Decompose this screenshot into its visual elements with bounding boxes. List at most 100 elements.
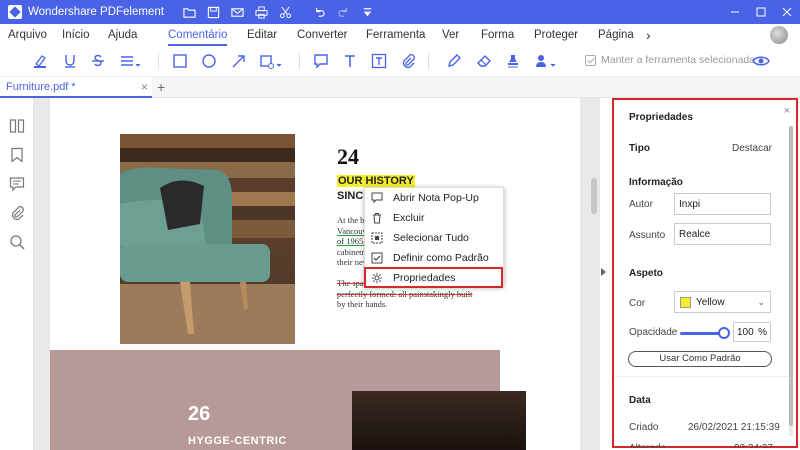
- search-icon[interactable]: [9, 234, 25, 250]
- strikethrough-text[interactable]: perfectly formed: all painstakingly buil…: [337, 289, 473, 299]
- area-highlight-dropdown-icon[interactable]: [118, 51, 144, 71]
- eraser-icon[interactable]: [474, 51, 494, 71]
- context-item-set-as-default[interactable]: Definir como Padrão: [365, 248, 505, 268]
- panel-title: Propriedades: [629, 112, 693, 123]
- comments-icon[interactable]: [9, 176, 25, 192]
- close-tab-icon[interactable]: ×: [141, 81, 148, 93]
- eye-icon[interactable]: [752, 53, 770, 69]
- tab-label: Furniture.pdf *: [6, 80, 76, 93]
- context-item-select-all[interactable]: Selecionar Tudo: [365, 228, 505, 248]
- menu-arquivo[interactable]: Arquivo: [8, 24, 47, 46]
- rectangle-icon[interactable]: [170, 51, 190, 71]
- document-canvas: 24 OUR HISTORY SINCE 1! At the brink Van…: [34, 98, 600, 450]
- subject-field[interactable]: Realce: [674, 223, 771, 245]
- undo-icon[interactable]: [308, 0, 332, 24]
- strikethrough-icon[interactable]: [88, 51, 108, 71]
- heading-26: 26: [188, 403, 211, 425]
- properties-panel: × Propriedades Tipo Destacar Informação …: [612, 98, 798, 448]
- toolbar-divider: [428, 53, 429, 69]
- window-controls: [722, 0, 800, 24]
- left-sidebar: [0, 98, 34, 450]
- menu-ajuda[interactable]: Ajuda: [108, 24, 137, 46]
- highlighted-heading-our-history[interactable]: OUR HISTORY: [337, 175, 415, 187]
- attachment-icon[interactable]: [398, 51, 418, 71]
- save-icon[interactable]: [202, 0, 226, 24]
- panel-divider: [614, 376, 794, 377]
- scissors-icon[interactable]: [274, 0, 298, 24]
- color-select[interactable]: Yellow ⌄: [674, 291, 771, 313]
- tab-furniture-pdf[interactable]: Furniture.pdf * ×: [0, 77, 152, 98]
- opacity-field[interactable]: 100 %: [733, 322, 771, 342]
- type-value: Destacar: [732, 143, 773, 154]
- trash-icon: [370, 211, 384, 225]
- stamp-icon[interactable]: [503, 51, 523, 71]
- pencil-icon[interactable]: [444, 51, 464, 71]
- created-value: 26/02/2021 21:15:39: [688, 422, 780, 433]
- context-item-delete[interactable]: Excluir: [365, 208, 505, 228]
- menu-proteger[interactable]: Proteger: [534, 24, 578, 46]
- signature-dropdown-icon[interactable]: [532, 51, 560, 71]
- heading-hygge-centric: HYGGE-CENTRIC: [188, 435, 287, 447]
- keep-tool-selected-option[interactable]: Manter a ferramenta selecionada: [585, 54, 755, 66]
- app-window: Wondershare PDFelement Arquivo Início Aj…: [0, 0, 800, 450]
- minimize-icon[interactable]: [722, 0, 748, 24]
- customize-dropdown-icon[interactable]: [356, 0, 380, 24]
- menu-bar: Arquivo Início Ajuda Comentário Editar C…: [0, 24, 800, 46]
- context-item-label: Propriedades: [393, 272, 456, 284]
- context-item-properties[interactable]: Propriedades: [365, 268, 505, 288]
- sticky-note-icon[interactable]: [311, 51, 331, 71]
- context-item-label: Abrir Nota Pop-Up: [393, 192, 479, 204]
- menu-editar[interactable]: Editar: [247, 24, 277, 46]
- underline-icon[interactable]: [60, 51, 80, 71]
- menu-converter[interactable]: Converter: [297, 24, 348, 46]
- quick-access-toolbar: [178, 0, 380, 24]
- user-avatar[interactable]: [770, 26, 788, 44]
- author-field[interactable]: Inxpi: [674, 193, 771, 215]
- right-panel-toggle-icon[interactable]: [601, 268, 606, 276]
- menu-ferramenta[interactable]: Ferramenta: [366, 24, 425, 46]
- menu-more-chevron-icon[interactable]: ›: [646, 24, 651, 46]
- chevron-down-icon: ⌄: [757, 297, 765, 307]
- color-swatch: [680, 296, 691, 308]
- redo-icon[interactable]: [332, 0, 356, 24]
- toolbar-divider: [158, 53, 159, 69]
- pdfelement-logo-icon: [8, 5, 22, 19]
- keep-tool-checkbox[interactable]: [585, 54, 596, 66]
- color-label: Cor: [629, 298, 646, 309]
- body-line: by their hands.: [337, 299, 388, 309]
- context-item-label: Selecionar Tudo: [393, 232, 469, 244]
- color-value: Yellow: [696, 296, 725, 308]
- menu-inicio[interactable]: Início: [62, 24, 90, 46]
- context-item-open-popup-note[interactable]: Abrir Nota Pop-Up: [365, 188, 505, 208]
- menu-forma[interactable]: Forma: [481, 24, 514, 46]
- close-window-icon[interactable]: [774, 0, 800, 24]
- opacity-value: 100: [737, 327, 754, 338]
- body-line: perfectly formed: all painstakingly buil…: [337, 289, 517, 300]
- maximize-icon[interactable]: [748, 0, 774, 24]
- arrow-icon[interactable]: [229, 51, 249, 71]
- menu-ver[interactable]: Ver: [442, 24, 459, 46]
- open-folder-icon[interactable]: [178, 0, 202, 24]
- info-heading: Informação: [629, 177, 683, 188]
- use-as-default-button[interactable]: Usar Como Padrão: [628, 351, 772, 367]
- opacity-slider-handle[interactable]: [718, 327, 730, 339]
- text-icon[interactable]: [340, 51, 360, 71]
- bookmark-icon[interactable]: [9, 147, 25, 163]
- vertical-scrollbar[interactable]: [591, 178, 597, 214]
- oval-icon[interactable]: [199, 51, 219, 71]
- menu-pagina[interactable]: Página: [598, 24, 634, 46]
- add-tab-icon[interactable]: +: [157, 79, 165, 95]
- text-box-icon[interactable]: [369, 51, 389, 71]
- close-panel-icon[interactable]: ×: [784, 105, 790, 117]
- email-icon[interactable]: [226, 0, 250, 24]
- shapes-dropdown-icon[interactable]: [257, 51, 285, 71]
- gear-icon: [370, 271, 384, 285]
- highlight-icon[interactable]: [30, 51, 50, 71]
- menu-comentario[interactable]: Comentário: [168, 24, 228, 46]
- thumbnails-icon[interactable]: [9, 118, 25, 134]
- attachments-icon[interactable]: [9, 205, 25, 221]
- print-icon[interactable]: [250, 0, 274, 24]
- title-bar: Wondershare PDFelement: [0, 0, 800, 24]
- note-icon: [370, 191, 384, 205]
- panel-scrollbar[interactable]: [789, 126, 793, 436]
